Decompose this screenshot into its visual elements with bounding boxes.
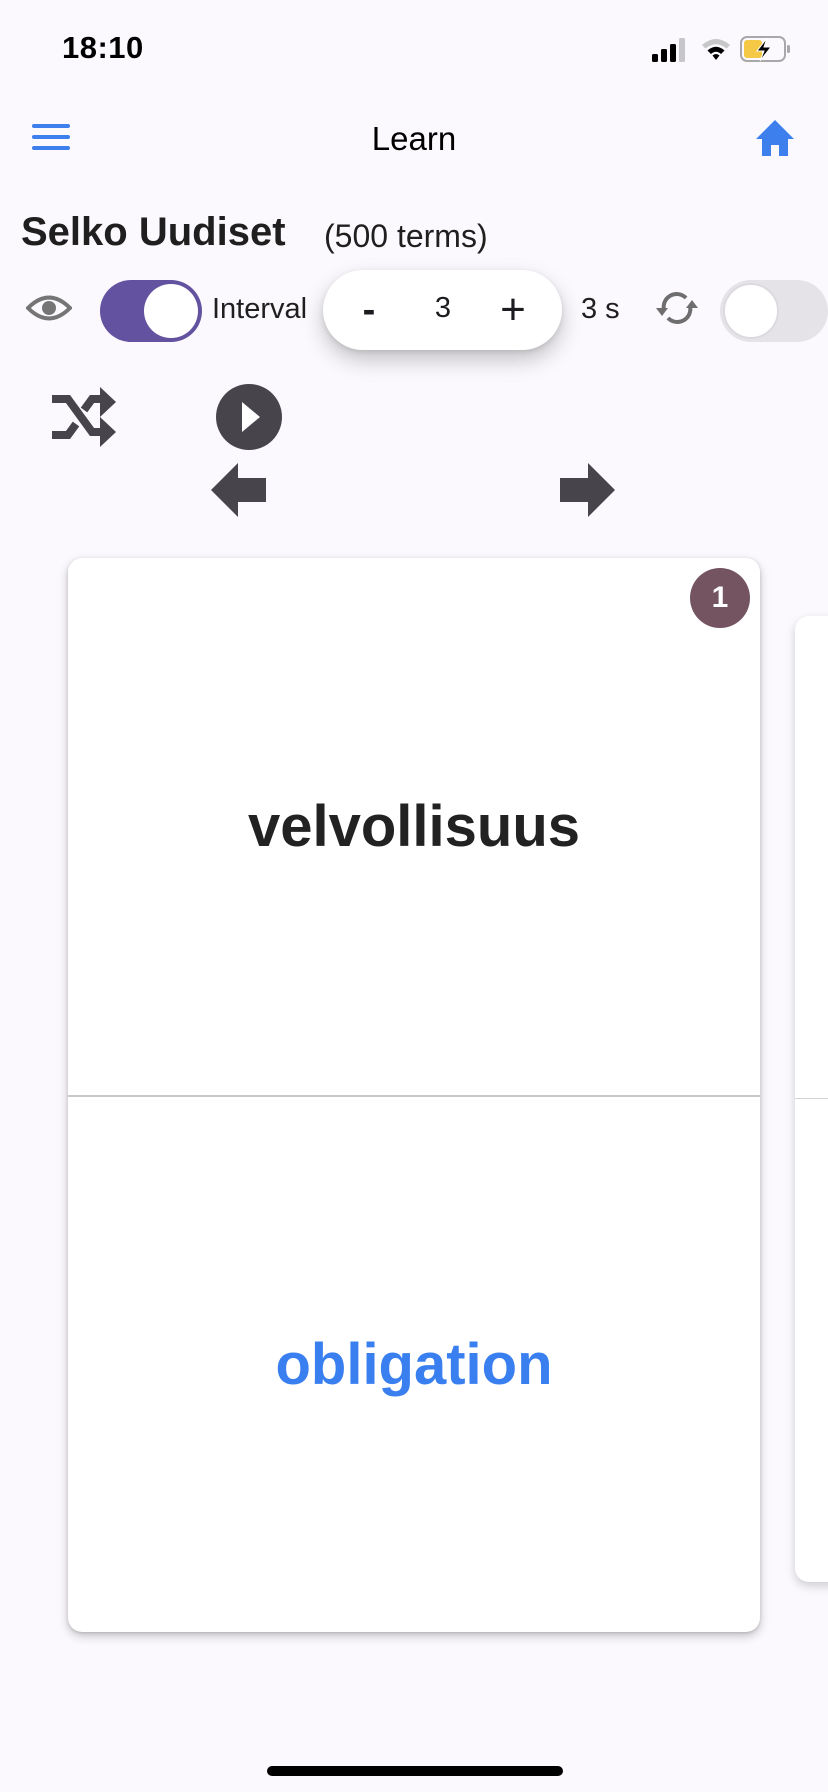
- status-time: 18:10: [62, 30, 144, 65]
- wifi-icon: [702, 39, 730, 60]
- home-indicator[interactable]: [267, 1766, 563, 1776]
- stepper-value: 3: [434, 292, 452, 324]
- arrow-left-icon[interactable]: [210, 463, 268, 517]
- toggle-knob: [144, 284, 198, 338]
- eye-icon[interactable]: [26, 293, 72, 323]
- card-index-badge: 1: [690, 568, 750, 628]
- decrement-button[interactable]: -: [349, 284, 389, 336]
- deck-title: Selko Uudiset: [21, 210, 286, 254]
- interval-toggle[interactable]: [100, 280, 202, 342]
- repeat-toggle[interactable]: [720, 280, 828, 342]
- interval-readout: 3 s: [581, 293, 620, 325]
- card-divider: [795, 1098, 828, 1099]
- card-back-translation: obligation: [275, 1332, 553, 1397]
- next-flashcard[interactable]: [795, 616, 828, 1582]
- flashcard[interactable]: velvollisuus obligation 1: [68, 558, 760, 1632]
- battery-charging-icon: [740, 36, 790, 62]
- term-count: (500 terms): [324, 218, 488, 254]
- interval-label: Interval: [212, 293, 308, 325]
- cellular-signal-icon: [652, 38, 685, 62]
- play-icon[interactable]: [215, 383, 283, 451]
- page-title: Learn: [371, 120, 457, 157]
- increment-button[interactable]: +: [491, 284, 535, 336]
- card-front-term: velvollisuus: [247, 794, 581, 859]
- interval-stepper: - 3 +: [323, 270, 562, 350]
- shuffle-icon[interactable]: [50, 386, 120, 448]
- arrow-right-icon[interactable]: [558, 463, 616, 517]
- repeat-icon[interactable]: [655, 290, 699, 326]
- home-icon[interactable]: [755, 119, 795, 157]
- toggle-knob: [723, 283, 779, 339]
